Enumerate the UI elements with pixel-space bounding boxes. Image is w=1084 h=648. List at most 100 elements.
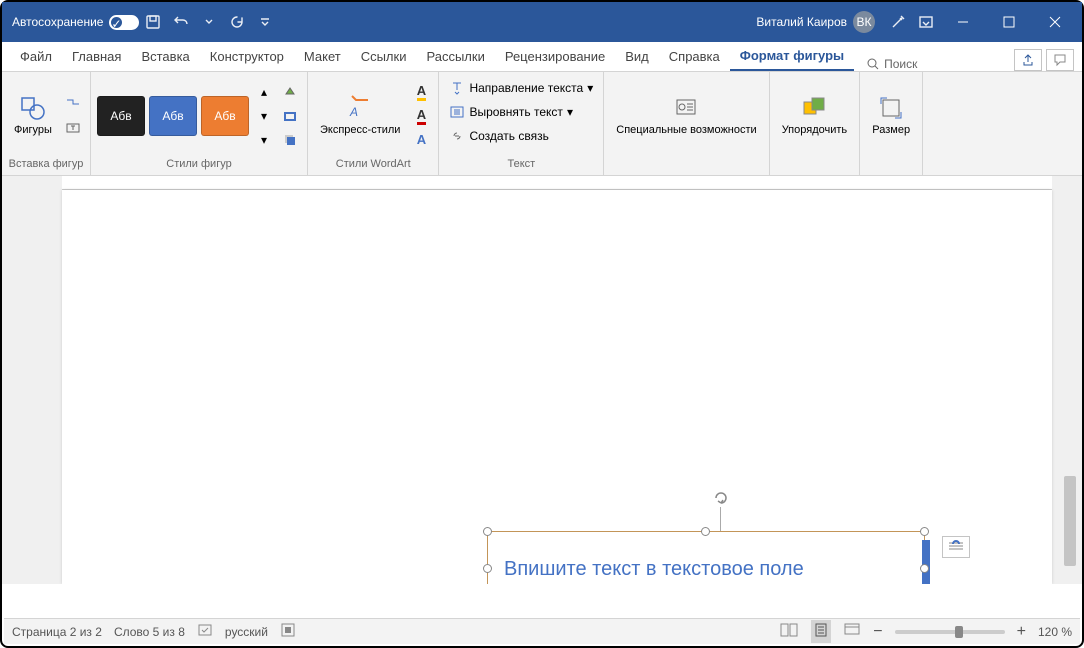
accessibility-button[interactable]: Специальные возможности — [610, 92, 762, 139]
document-canvas: Впишите текст в текстовое поле — [2, 176, 1082, 584]
edit-shape-button[interactable] — [62, 93, 84, 115]
layout-options-button[interactable] — [942, 536, 970, 558]
title-bar: Автосохранение ✓ Виталий Каиров ВК — [2, 2, 1082, 42]
group-accessibility: Специальные возможности — [604, 72, 769, 175]
horizontal-ruler[interactable] — [62, 176, 1052, 190]
document-page[interactable] — [62, 190, 1052, 584]
group-wordart-styles: A Экспресс-стили A A A Стили WordArt — [308, 72, 439, 175]
view-read-icon[interactable] — [779, 622, 799, 641]
style-swatch-2[interactable]: Абв — [149, 96, 197, 136]
tab-home[interactable]: Главная — [62, 41, 131, 71]
text-direction-button[interactable]: Направление текста ▾ — [445, 76, 597, 100]
coming-soon-icon[interactable] — [887, 11, 909, 33]
shape-fill-button[interactable] — [279, 81, 301, 103]
zoom-slider[interactable] — [895, 630, 1005, 634]
share-button[interactable] — [1014, 49, 1042, 71]
view-web-icon[interactable] — [843, 622, 861, 641]
status-language[interactable]: русский — [225, 625, 268, 639]
autosave-toggle[interactable]: ✓ — [109, 15, 139, 30]
group-text: Направление текста ▾ Выровнять текст ▾ С… — [439, 72, 604, 175]
group-label-size — [866, 155, 916, 173]
maximize-button[interactable] — [986, 2, 1032, 42]
tab-view[interactable]: Вид — [615, 41, 659, 71]
status-words[interactable]: Слово 5 из 8 — [114, 625, 185, 639]
user-account[interactable]: Виталий Каиров ВК — [756, 11, 875, 33]
view-print-icon[interactable] — [811, 620, 831, 643]
shapes-button[interactable]: Фигуры — [8, 92, 58, 139]
group-shape-styles: Абв Абв Абв ▴ ▾ ▾ Стили фигур — [91, 72, 308, 175]
customize-qat-icon[interactable] — [254, 11, 276, 33]
style-swatch-3[interactable]: Абв — [201, 96, 249, 136]
resize-handle-nw[interactable] — [483, 527, 492, 536]
ribbon-display-icon[interactable] — [915, 11, 937, 33]
comments-button[interactable] — [1046, 49, 1074, 71]
group-label-wordart: Стили WordArt — [314, 155, 432, 173]
resize-handle-w[interactable] — [483, 564, 492, 573]
resize-handle-e[interactable] — [920, 564, 929, 573]
text-outline-button[interactable]: A — [410, 105, 432, 127]
vertical-scrollbar[interactable] — [1062, 196, 1078, 574]
search-label: Поиск — [884, 57, 917, 71]
align-text-icon — [449, 104, 465, 120]
size-button[interactable]: Размер — [866, 92, 916, 139]
wordart-button[interactable]: A Экспресс-стили — [314, 92, 406, 139]
align-text-button[interactable]: Выровнять текст ▾ — [445, 100, 577, 124]
group-size: Размер — [860, 72, 923, 175]
zoom-level[interactable]: 120 % — [1038, 625, 1072, 639]
spellcheck-icon[interactable] — [197, 622, 213, 641]
tab-design[interactable]: Конструктор — [200, 41, 294, 71]
tab-mailings[interactable]: Рассылки — [416, 41, 494, 71]
size-label: Размер — [872, 124, 910, 137]
svg-text:A: A — [349, 105, 358, 119]
gallery-down-icon[interactable]: ▾ — [253, 105, 275, 127]
tab-layout[interactable]: Макет — [294, 41, 351, 71]
rotate-line — [720, 507, 721, 531]
chevron-down-icon[interactable] — [198, 11, 220, 33]
tab-file[interactable]: Файл — [10, 41, 62, 71]
save-icon[interactable] — [142, 11, 164, 33]
resize-handle-n[interactable] — [701, 527, 710, 536]
style-swatch-1[interactable]: Абв — [97, 96, 145, 136]
tab-shape-format[interactable]: Формат фигуры — [730, 41, 854, 71]
accessibility-icon — [672, 94, 700, 122]
text-box[interactable]: Впишите текст в текстовое поле — [487, 531, 925, 584]
wordart-icon: A — [346, 94, 374, 122]
group-label-text: Текст — [445, 155, 597, 173]
gallery-up-icon[interactable]: ▴ — [253, 81, 275, 103]
shapes-icon — [19, 94, 47, 122]
scrollbar-thumb[interactable] — [1064, 476, 1076, 566]
tab-review[interactable]: Рецензирование — [495, 41, 615, 71]
gallery-more-icon[interactable]: ▾ — [253, 129, 275, 151]
arrange-button[interactable]: Упорядочить — [776, 92, 853, 139]
shape-outline-button[interactable] — [279, 105, 301, 127]
minimize-button[interactable] — [940, 2, 986, 42]
text-box-content: Впишите текст в текстовое поле — [504, 558, 804, 581]
text-direction-icon — [449, 80, 465, 96]
zoom-in-button[interactable]: + — [1017, 623, 1026, 641]
group-label-insert-shapes: Вставка фигур — [8, 155, 84, 173]
zoom-slider-thumb[interactable] — [955, 626, 963, 638]
rotate-handle[interactable] — [712, 489, 730, 507]
shapes-label: Фигуры — [14, 124, 52, 137]
tab-insert[interactable]: Вставка — [131, 41, 199, 71]
macro-icon[interactable] — [280, 622, 296, 641]
close-button[interactable] — [1032, 2, 1078, 42]
create-link-button[interactable]: Создать связь — [445, 124, 552, 148]
tab-help[interactable]: Справка — [659, 41, 730, 71]
status-page[interactable]: Страница 2 из 2 — [12, 625, 102, 639]
user-avatar: ВК — [853, 11, 875, 33]
tab-references[interactable]: Ссылки — [351, 41, 417, 71]
undo-icon[interactable] — [170, 11, 192, 33]
text-fill-button[interactable]: A — [410, 81, 432, 103]
ribbon: Фигуры Вставка фигур Абв Абв Абв ▴ ▾ ▾ — [2, 72, 1082, 176]
zoom-out-button[interactable]: − — [873, 623, 882, 641]
resize-handle-ne[interactable] — [920, 527, 929, 536]
group-label-shape-styles: Стили фигур — [97, 155, 301, 173]
group-label-arrange — [776, 155, 853, 173]
text-effects-button[interactable]: A — [410, 129, 432, 151]
search-box[interactable]: Поиск — [866, 57, 917, 71]
shape-effects-button[interactable] — [279, 129, 301, 151]
group-arrange: Упорядочить — [770, 72, 860, 175]
redo-icon[interactable] — [226, 11, 248, 33]
text-box-button[interactable] — [62, 117, 84, 139]
